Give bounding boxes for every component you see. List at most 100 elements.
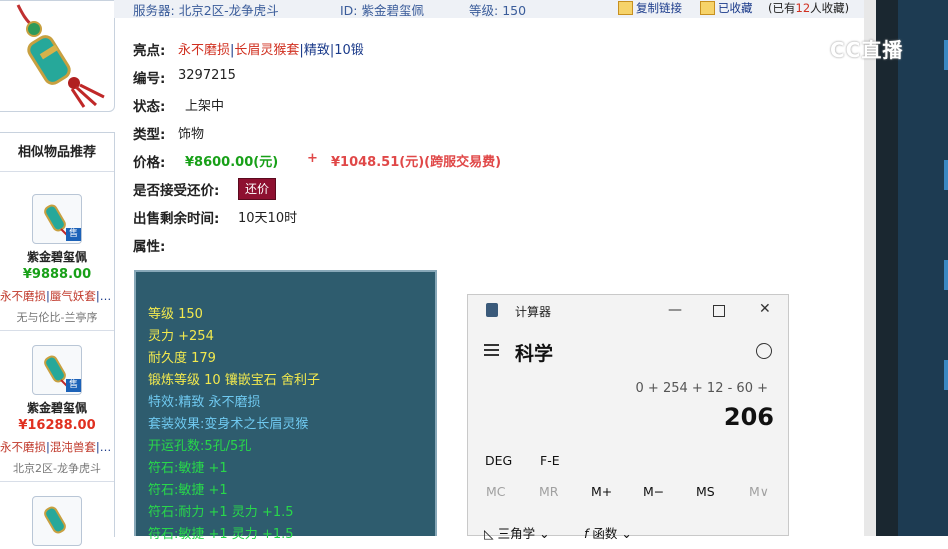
highlight-tag: 永不磨损 [178,43,231,58]
maximize-icon[interactable] [713,305,725,317]
jade-pendant-icon [44,506,66,534]
calculator-mode: 科学 [515,343,554,365]
price-plus: + [307,151,318,166]
similar-item-thumbnail[interactable] [32,496,82,546]
price-fee: ¥1048.51(元)(跨服交易费) [331,155,502,170]
panel-accent [944,40,948,70]
attribute-line: 开运孔数:5孔/5孔 [148,439,252,454]
highlights-label: 亮点: [133,43,166,59]
favorite-count: (已有12人收藏) [768,0,849,16]
function-dropdown[interactable]: f 函数 ⌄ [584,523,632,542]
panel-accent [944,260,948,290]
minimize-icon[interactable]: — [668,302,682,318]
mr-button[interactable]: MR [539,484,558,499]
watermark-text: CC直播 [830,38,904,62]
serial-label: 编号: [133,71,166,87]
counter-offer-button[interactable]: 还价 [238,178,276,200]
attribute-line: 套装效果:变身术之长眉灵猴 [148,417,309,432]
calculator-title: 计算器 [515,305,552,319]
id-value: 紫金碧玺佩 [361,3,425,18]
level-label: 等级: [469,3,499,18]
attribute-line: 灵力 +254 [148,329,214,344]
memory-list-button[interactable]: M∨ [749,484,769,499]
tag: 蜃气妖套 [49,289,96,303]
deg-button[interactable]: DEG [485,453,512,468]
divider [0,330,114,331]
fe-button[interactable]: F-E [540,453,560,468]
highlight-tag: 精致 [303,43,330,58]
serial-value: 3297215 [178,68,236,83]
attribute-line: 锻炼等级 10 镶嵌宝石 舍利子 [148,373,320,388]
time-left-label: 出售剩余时间: [133,211,220,227]
fav-prefix: (已有 [768,1,796,15]
attribute-line: 耐久度 179 [148,351,216,366]
time-left-value: 10天10时 [238,211,298,226]
side-panel [898,0,948,536]
similar-items-panel [0,132,115,537]
tag: 混沌兽套 [49,440,96,454]
similar-item-name[interactable]: 紫金碧玺佩 [0,399,114,416]
attribute-line: 符石:敏捷 +1 [148,461,228,476]
level-value: 150 [502,3,527,18]
m-minus-button[interactable]: M− [643,484,664,499]
fav-count-number: 12 [795,1,811,15]
side-panel-dark [876,0,898,536]
similar-item-server: 无与伦比-兰亭序 [16,311,98,324]
tag: … [99,440,112,454]
mc-button[interactable]: MC [486,484,506,499]
item-image [0,0,115,112]
copy-link-icon [618,1,633,15]
similar-item-price: ¥16288.00 [18,418,96,433]
price-label: 价格: [133,155,166,171]
status-label: 状态: [133,99,166,115]
similar-item-tags: 永不磨损|混沌兽套|… [0,440,112,454]
panel-accent [944,160,948,190]
attribute-line: 符石:耐力 +1 灵力 +1.5 [148,505,294,520]
server-info: 服务器: 北京2区-龙争虎斗 [133,0,279,19]
fav-suffix: 人收藏) [810,1,850,15]
scroll-gutter [864,0,876,536]
id-label: ID: [340,3,358,18]
server-value: 北京2区-龙争虎斗 [178,3,279,18]
function-icon: f [584,526,589,541]
similar-item-server: 北京2区-龙争虎斗 [13,462,101,475]
trig-label: 三角学 [497,526,536,541]
close-icon[interactable]: ✕ [759,301,771,317]
tag: 永不磨损 [0,440,46,454]
divider [0,481,114,482]
divider [0,171,114,172]
highlight-tag: 长眉灵猴套 [234,43,300,58]
favorite-icon [700,1,715,15]
type-value: 饰物 [178,127,205,142]
type-label: 类型: [133,127,166,143]
status-value: 上架中 [185,99,225,114]
history-icon[interactable] [756,343,772,359]
panel-accent [944,360,948,390]
highlight-tag: 10锻 [334,43,364,58]
attribute-line: 符石:敏捷 +1 灵力 +1.5 [148,527,294,542]
m-plus-button[interactable]: M+ [591,484,612,499]
for-sale-badge: 售 [66,379,81,392]
calculator-app-icon [486,303,498,317]
tag: … [99,289,112,303]
attribute-line: 符石:敏捷 +1 [148,483,228,498]
attribute-line: 特效:精致 永不磨损 [148,395,261,410]
copy-link[interactable]: 复制链接 [636,0,682,16]
menu-icon[interactable] [484,344,499,356]
server-label: 服务器: [133,3,175,18]
item-level: 等级: 150 [469,0,526,19]
chevron-down-icon: ⌄ [621,526,632,541]
similar-item-tags: 永不磨损|蜃气妖套|… [0,289,112,303]
similar-item-name[interactable]: 紫金碧玺佩 [0,248,114,265]
for-sale-badge: 售 [66,228,81,241]
favorited-link[interactable]: 已收藏 [718,0,753,16]
ms-button[interactable]: MS [696,484,715,499]
calculator-expression: 0 + 254 + 12 - 60 + [635,381,768,396]
chevron-down-icon: ⌄ [539,526,550,541]
attribute-line: 等级 150 [148,307,203,322]
trigonometry-dropdown[interactable]: ◺ 三角学 ⌄ [484,523,550,542]
highlights-list: 永不磨损|长眉灵猴套|精致|10锻 [178,43,364,58]
func-label: 函数 [592,526,618,541]
jade-pendant-icon [16,4,105,108]
cc-logo-icon [796,32,826,62]
